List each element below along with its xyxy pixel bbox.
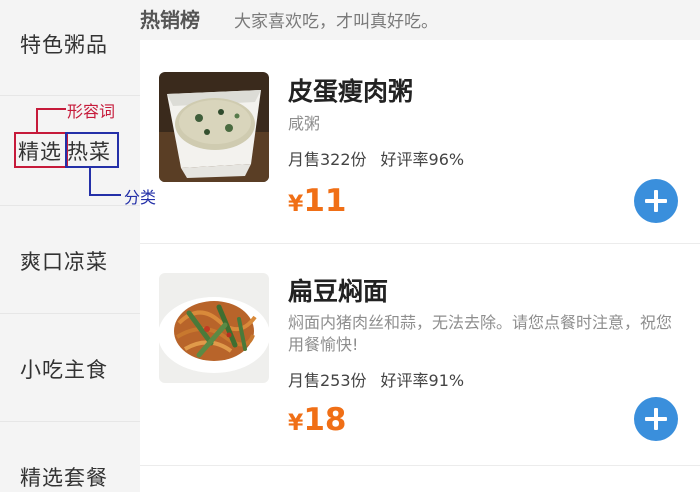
annotation-adjective-box [14,132,68,168]
category-item-porridge[interactable]: 特色粥品 [0,0,140,96]
porridge-bowl-image [159,72,269,182]
category-label: 精选套餐 [20,466,108,490]
menu-item[interactable]: 皮蛋瘦肉粥 咸粥 月售322份 好评率96% ¥11 [140,40,700,244]
annotation-category-label: 分类 [124,188,157,207]
price-value: 11 [303,183,347,219]
item-monthly-sales: 月售253份 [288,371,367,390]
section-subtitle: 大家喜欢吃，才叫真好吃。 [234,12,438,32]
category-sidebar: 特色粥品 精选 热菜 爽口凉菜 小吃主食 精选套餐 [0,0,140,492]
item-name: 扁豆焖面 [288,277,389,306]
annotation-category-box [65,132,119,168]
item-stats: 月售322份 好评率96% [288,146,478,170]
annotation-red-line-horizontal [36,108,66,110]
currency-symbol: ¥ [288,411,304,436]
item-rating: 好评率96% [380,150,465,169]
plus-circle-icon [645,408,667,430]
item-stats: 月售253份 好评率91% [288,367,478,391]
category-item-snacks[interactable]: 小吃主食 [0,314,140,422]
category-label: 特色粥品 [20,33,108,57]
annotation-blue-line-horizontal [89,194,121,196]
currency-symbol: ¥ [288,192,304,217]
category-label: 爽口凉菜 [20,250,108,274]
item-price: ¥18 [288,402,346,438]
plus-circle-icon [645,190,667,212]
annotation-adjective-label: 形容词 [67,102,116,121]
item-monthly-sales: 月售322份 [288,150,367,169]
item-rating: 好评率91% [380,371,465,390]
category-item-cold-dishes[interactable]: 爽口凉菜 [0,206,140,314]
item-name: 皮蛋瘦肉粥 [288,77,414,106]
item-description: 焖面内猪肉丝和蒜，无法去除。请您点餐时注意，祝您用餐愉快! [288,313,673,354]
menu-list: 热销榜 大家喜欢吃，才叫真好吃。 皮蛋瘦肉粥 咸粥 月售322份 好评率96% … [140,0,700,492]
section-header: 热销榜 大家喜欢吃，才叫真好吃。 [140,0,700,40]
price-value: 18 [303,402,347,438]
noodles-plate-image [159,273,269,383]
item-price: ¥11 [288,183,346,219]
category-label: 小吃主食 [20,358,108,382]
add-to-cart-button[interactable] [634,397,678,441]
category-item-combos[interactable]: 精选套餐 [0,422,140,492]
item-description: 咸粥 [288,114,321,133]
annotation-blue-line-vertical [89,168,91,195]
section-title: 热销榜 [140,8,200,32]
menu-item[interactable]: 扁豆焖面 焖面内猪肉丝和蒜，无法去除。请您点餐时注意，祝您用餐愉快! 月售253… [140,244,700,466]
add-to-cart-button[interactable] [634,179,678,223]
annotation-red-line-vertical [36,108,38,133]
